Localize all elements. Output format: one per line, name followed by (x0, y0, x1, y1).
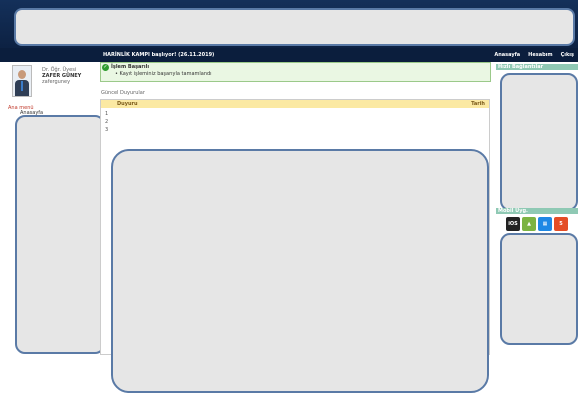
quick-links-header: Hızlı Bağlantılar (496, 64, 578, 70)
nav-home[interactable]: Anasayfa (494, 52, 520, 58)
top-nav: Anasayfa Hesabım Çıkış (494, 52, 574, 58)
ios-icon[interactable]: iOS (506, 217, 520, 231)
announcements-table: Duyuru Tarih 1 2 3 (100, 99, 490, 393)
android-icon[interactable]: ▲ (522, 217, 536, 231)
nav-logout[interactable]: Çıkış (561, 52, 574, 58)
success-title: İşlem Başarılı (111, 64, 150, 70)
column-announcement[interactable]: Duyuru (117, 101, 138, 107)
left-sidebar: Dr. Öğr. Üyesi ZAFER GÜNEY zaferguney An… (8, 63, 105, 354)
section-title: Güncel Duyurular (101, 90, 145, 96)
profile-username: zaferguney (42, 79, 71, 85)
row-number: 3 (105, 127, 109, 133)
success-message: • Kayıt işleminiz başarıyla tamamlandı (115, 71, 212, 77)
quick-links-panel (500, 73, 578, 211)
header-banner (14, 8, 575, 46)
mobile-apps: iOS ▲ ▦ 5 (506, 217, 568, 231)
profile-info: Dr. Öğr. Üyesi ZAFER GÜNEY zaferguney (42, 67, 81, 85)
main-content: ✓ İşlem Başarılı • Kayıt işleminiz başar… (100, 62, 492, 393)
html5-icon[interactable]: 5 (554, 217, 568, 231)
announcements-list-panel (111, 149, 489, 393)
table-header: Duyuru Tarih (101, 100, 489, 108)
nav-account[interactable]: Hesabım (528, 52, 552, 58)
row-number: 1 (105, 111, 109, 117)
column-date[interactable]: Tarih (471, 101, 485, 107)
avatar (12, 65, 32, 97)
check-icon: ✓ (102, 64, 109, 71)
sidebar-menu-panel (15, 115, 105, 354)
right-sidebar: Hızlı Bağlantılar Mobil Uyg. iOS ▲ ▦ 5 (496, 62, 578, 354)
mobile-apps-header: Mobil Uyg. (496, 208, 578, 214)
profile-card: Dr. Öğr. Üyesi ZAFER GÜNEY zaferguney (12, 65, 102, 101)
announcement-notice[interactable]: HARİNLİK KAMPI başlıyor! (26.11.2019) (103, 52, 214, 58)
windows-icon[interactable]: ▦ (538, 217, 552, 231)
row-number: 2 (105, 119, 109, 125)
success-alert: ✓ İşlem Başarılı • Kayıt işleminiz başar… (100, 62, 491, 82)
top-bar: HARİNLİK KAMPI başlıyor! (26.11.2019) An… (0, 48, 578, 62)
right-lower-panel (500, 233, 578, 345)
